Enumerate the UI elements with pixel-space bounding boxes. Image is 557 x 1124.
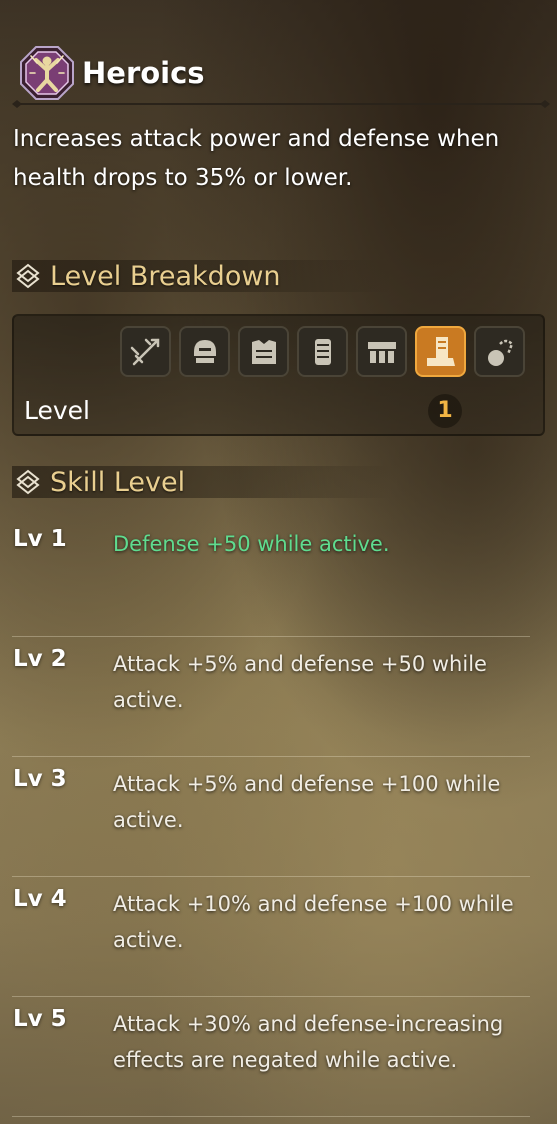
waist-icon[interactable] — [356, 326, 407, 377]
level-breakdown-header: Level Breakdown — [12, 256, 392, 296]
level-breakdown-title: Level Breakdown — [50, 260, 281, 292]
level-description: Defense +50 while active. — [113, 532, 390, 556]
level-description: Attack +5% and defense +50 while active. — [113, 652, 487, 712]
skill-level-title: Skill Level — [50, 466, 186, 498]
talisman-icon[interactable] — [474, 326, 525, 377]
section-diamond-icon — [14, 468, 42, 496]
legs-icon[interactable] — [415, 326, 466, 377]
heroics-emblem-icon — [18, 44, 76, 102]
helm-icon[interactable] — [179, 326, 230, 377]
level-row-label: Level — [24, 396, 90, 425]
level-separator — [12, 756, 530, 757]
level-description: Attack +30% and defense-increasing effec… — [113, 1012, 504, 1072]
skill-description: Increases attack power and defense when … — [13, 126, 500, 191]
skill-name: Heroics — [82, 56, 205, 90]
level-separator — [12, 876, 530, 877]
level-label: Lv 1 — [13, 526, 67, 552]
chest-icon[interactable] — [238, 326, 289, 377]
level-description: Attack +10% and defense +100 while activ… — [113, 892, 514, 952]
level-label: Lv 2 — [13, 646, 67, 672]
level-separator — [12, 996, 530, 997]
level-label: Lv 3 — [13, 766, 67, 792]
skill-level-header: Skill Level — [12, 462, 392, 502]
level-separator — [12, 1116, 530, 1117]
level-value: 1 — [428, 394, 462, 428]
level-breakdown-panel: Level 1 — [12, 314, 545, 436]
level-label: Lv 5 — [13, 1006, 67, 1032]
level-separator — [12, 636, 530, 637]
level-label: Lv 4 — [13, 886, 67, 912]
weapon-icon[interactable] — [120, 326, 171, 377]
section-diamond-icon — [14, 262, 42, 290]
arms-icon[interactable] — [297, 326, 348, 377]
level-description: Attack +5% and defense +100 while active… — [113, 772, 501, 832]
skill-title-row: Heroics — [18, 42, 205, 104]
title-divider — [12, 100, 550, 108]
equipment-slots — [120, 326, 525, 377]
